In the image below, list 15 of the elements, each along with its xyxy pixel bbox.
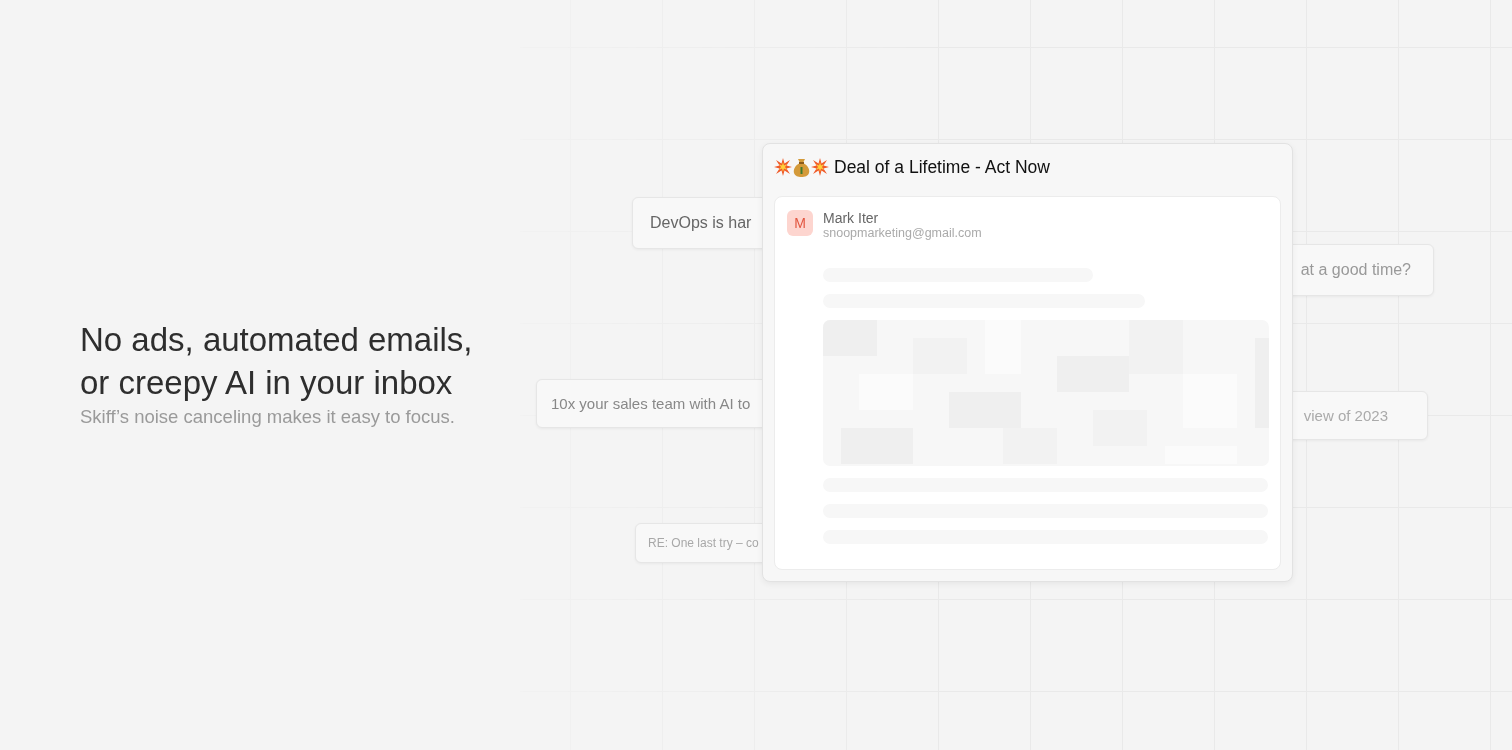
sender-email: snoopmarketing@gmail.com xyxy=(823,226,982,240)
email-subject: view of 2023 xyxy=(1303,407,1388,424)
email-subject: DevOps is har xyxy=(650,214,752,232)
subtitle: Skiff’s noise canceling makes it easy to focus. xyxy=(80,406,456,428)
headline: or creepy AI in your inbox xyxy=(80,363,454,403)
avatar: M xyxy=(787,210,813,236)
explosion-icon xyxy=(811,158,829,176)
email-subject: at a good time? xyxy=(1300,261,1411,279)
explosion-icon xyxy=(774,158,792,176)
headline: No ads, automated emails, xyxy=(80,320,474,360)
email-subject: 10x your sales team with AI to xyxy=(551,395,751,412)
email-subject: RE: One last try – co xyxy=(648,536,759,550)
sender-name: Mark Iter xyxy=(823,210,880,226)
email-title: Deal of a Lifetime - Act Now xyxy=(834,156,1050,178)
money-bag-icon xyxy=(793,157,810,177)
